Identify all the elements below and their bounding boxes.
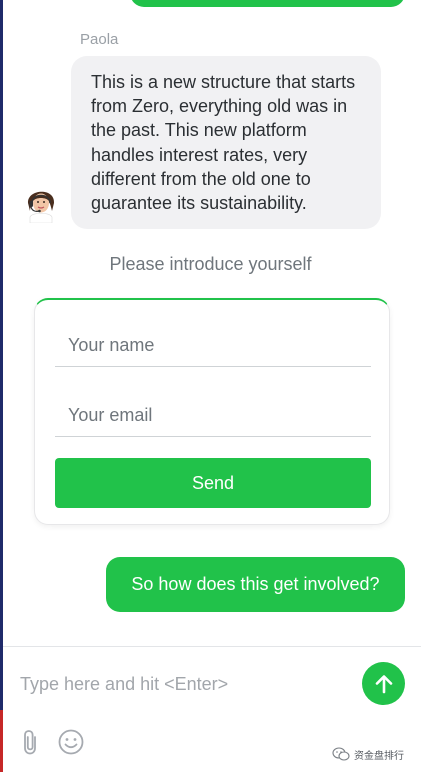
user-message-text: So how does this get involved? (131, 574, 380, 594)
emoji-button[interactable] (54, 725, 88, 759)
paperclip-icon (24, 730, 36, 755)
arrow-up-icon (375, 674, 392, 693)
watermark: 资金盘排行 (332, 744, 404, 764)
name-input[interactable] (55, 325, 371, 367)
window-edge (0, 0, 3, 772)
form-send-button[interactable]: Send (55, 458, 371, 508)
smiley-icon (58, 729, 84, 755)
agent-avatar (22, 181, 60, 224)
previous-user-bubble (130, 0, 405, 7)
message-input[interactable] (20, 668, 350, 700)
composer-divider (3, 646, 421, 647)
introduce-prompt: Please introduce yourself (109, 254, 312, 274)
watermark-text: 资金盘排行 (354, 750, 404, 762)
user-message-bubble: So how does this get involved? (106, 557, 405, 612)
agent-message-bubble: This is a new structure that starts from… (71, 56, 381, 229)
agent-headset-avatar-icon (22, 183, 60, 224)
agent-name: Paola (80, 31, 119, 48)
agent-message-text: This is a new structure that starts from… (91, 72, 356, 214)
send-message-button[interactable] (362, 662, 405, 705)
email-input[interactable] (55, 395, 371, 437)
chat-widget: Paola This is a new structure that start… (0, 0, 421, 772)
window-edge-accent (0, 710, 3, 772)
intro-form: Send (34, 298, 390, 525)
attach-button[interactable] (14, 725, 48, 759)
wechat-icon (332, 747, 350, 761)
